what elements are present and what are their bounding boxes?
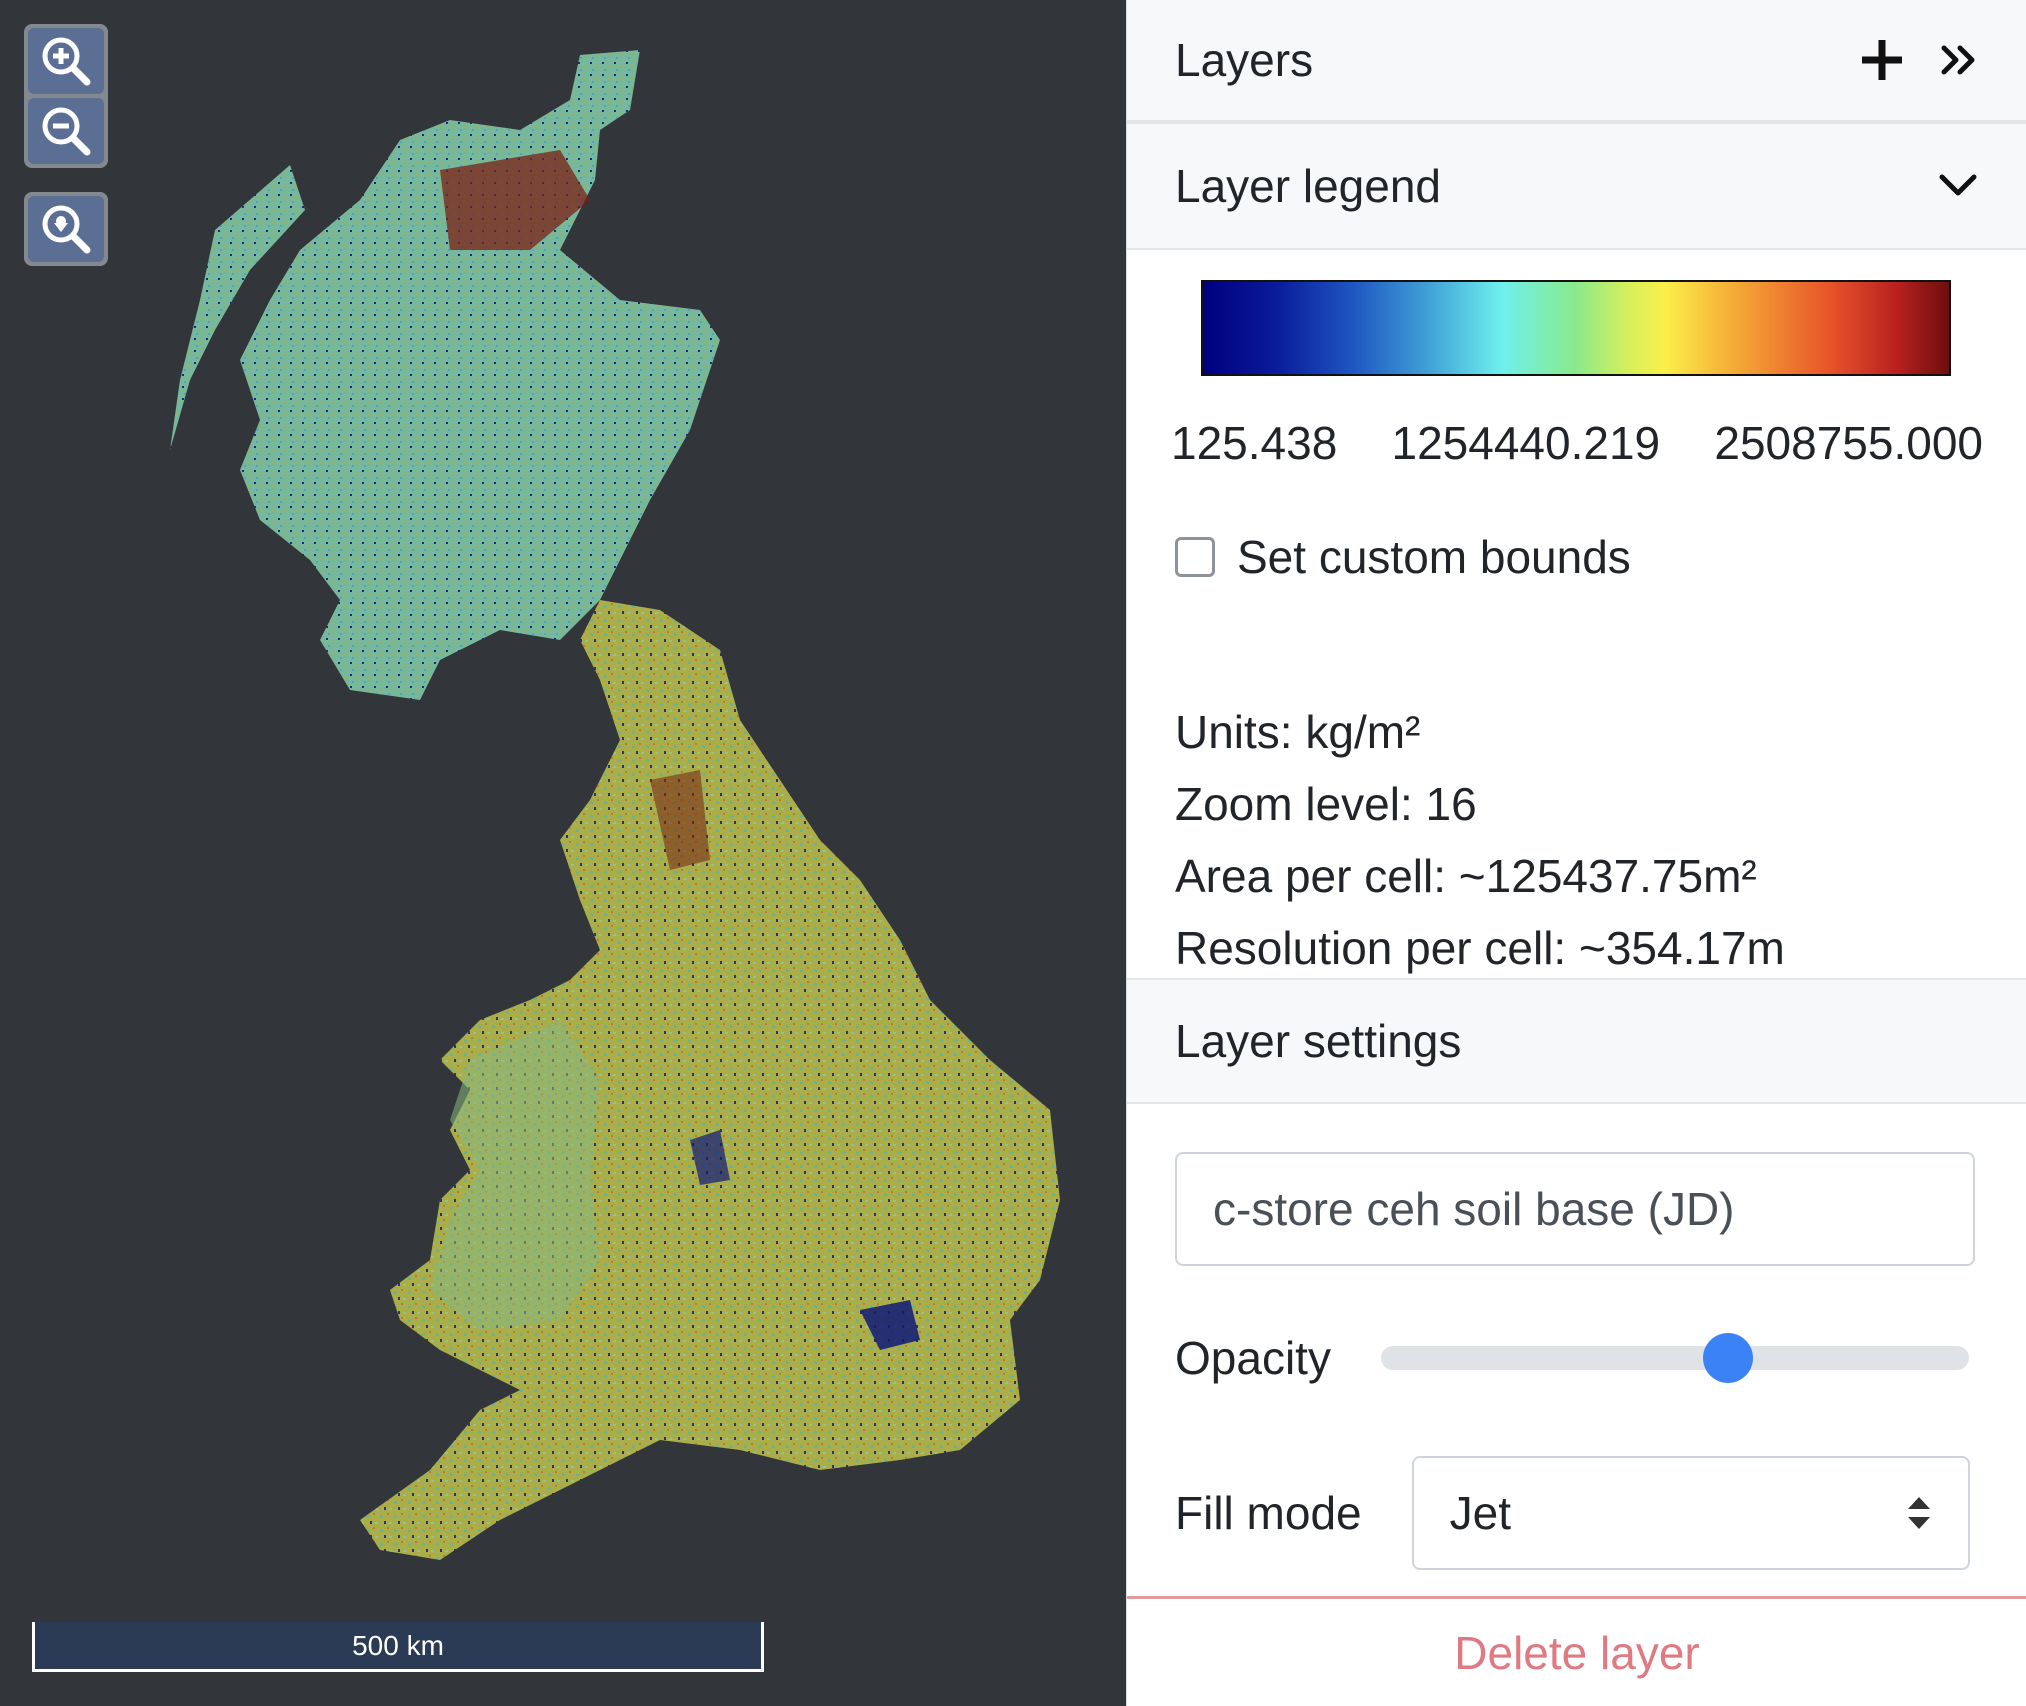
layers-panel-header: Layers (1127, 0, 2026, 124)
opacity-label: Opacity (1175, 1332, 1331, 1384)
zoom-in-button[interactable] (28, 28, 104, 94)
colormap-mid: 1254440.219 (1391, 417, 1661, 469)
zoom-controls (24, 24, 108, 168)
layer-name-value: c-store ceh soil base (JD) (1213, 1183, 1735, 1235)
zoom-level-text: Zoom level: 16 (1175, 778, 1477, 830)
opacity-slider-thumb[interactable] (1702, 1333, 1753, 1383)
colormap-max: 2508755.000 (1714, 417, 1983, 469)
layer-legend-body: 125.438 1254440.219 2508755.000 Set cust… (1127, 250, 2026, 978)
zoom-extent-control (24, 192, 108, 266)
layer-name-input[interactable]: c-store ceh soil base (JD) (1175, 1152, 1975, 1266)
area-per-cell-text: Area per cell: ~125437.75m² (1175, 850, 1757, 902)
layer-settings-title: Layer settings (1175, 1015, 1462, 1067)
scotland-shape (240, 50, 720, 700)
layer-settings-body: c-store ceh soil base (JD) Opacity Fill … (1127, 1104, 2026, 1570)
colormap-ticks: 125.438 1254440.219 2508755.000 (1171, 416, 1983, 470)
colormap-min: 125.438 (1171, 417, 1338, 469)
panel-title: Layers (1175, 34, 1314, 86)
layer-info: Units: kg/m² Zoom level: 16 Area per cel… (1175, 696, 1978, 984)
chevron-down-icon[interactable] (1938, 171, 1978, 201)
layers-panel: Layers Layer legend 125.438 1254440.219 … (1126, 0, 2026, 1706)
colormap-bar (1201, 280, 1951, 376)
delete-layer-label: Delete layer (1454, 1626, 1700, 1679)
opacity-row: Opacity (1175, 1328, 1978, 1388)
zoom-out-button[interactable] (28, 98, 104, 164)
custom-bounds-row[interactable]: Set custom bounds (1175, 530, 1978, 584)
plus-icon[interactable] (1860, 38, 1904, 82)
scale-bar-label: 500 km (352, 1629, 444, 1661)
layer-legend-title: Layer legend (1175, 160, 1441, 212)
layer-legend-header[interactable]: Layer legend (1127, 124, 2026, 250)
resolution-per-cell-text: Resolution per cell: ~354.17m (1175, 922, 1785, 974)
fill-mode-select[interactable]: Jet (1411, 1456, 1970, 1570)
zoom-out-icon (42, 107, 91, 156)
zoom-in-icon (42, 37, 91, 86)
zoom-to-layer-button[interactable] (28, 196, 104, 262)
scale-bar: 500 km (32, 1622, 764, 1672)
layer-settings-header: Layer settings (1127, 978, 2026, 1104)
fill-mode-label: Fill mode (1175, 1487, 1362, 1539)
custom-bounds-label: Set custom bounds (1237, 531, 1631, 583)
fill-mode-value: Jet (1449, 1487, 1511, 1539)
uk-raster-layer (170, 50, 1060, 1560)
fill-mode-row: Fill mode Jet (1175, 1456, 1978, 1570)
map-view[interactable]: 500 km (0, 0, 1126, 1706)
units-text: Units: kg/m² (1175, 706, 1421, 758)
custom-bounds-checkbox[interactable] (1175, 537, 1215, 577)
delete-layer-button[interactable]: Delete layer (1127, 1596, 2026, 1706)
zoom-to-layer-icon (42, 205, 91, 254)
select-arrows-icon (1907, 1497, 1930, 1529)
double-chevron-right-icon[interactable] (1938, 40, 1978, 80)
opacity-slider[interactable] (1380, 1333, 1969, 1383)
app: 500 km Layers Layer legend 125.438 12544… (0, 0, 2026, 1706)
